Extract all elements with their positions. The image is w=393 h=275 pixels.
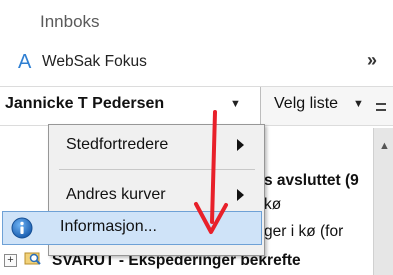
inbox-title: Innboks <box>40 12 100 31</box>
list-item[interactable]: ger i kø (for <box>264 223 343 241</box>
menu-item-label: Stedfortredere <box>66 136 169 153</box>
list-item[interactable]: s avsluttet (9 <box>264 172 359 190</box>
vertical-scrollbar[interactable]: ▲ <box>373 128 393 275</box>
submenu-arrow-icon <box>237 139 244 151</box>
user-dropdown-label: Jannicke T Pedersen <box>5 95 165 112</box>
websak-header-row: A WebSak Fokus » <box>0 48 393 78</box>
chevron-down-icon: ▼ <box>353 98 364 110</box>
list-dropdown-label: Velg liste <box>274 95 339 112</box>
expand-plus-icon[interactable]: + <box>4 254 17 267</box>
info-icon <box>11 217 33 239</box>
menu-item-stedfortredere[interactable]: Stedfortredere <box>50 129 262 163</box>
submenu-arrow-icon <box>237 189 244 201</box>
list-dropdown[interactable]: Velg liste ▼ <box>262 87 372 125</box>
scroll-up-icon[interactable]: ▲ <box>379 140 390 152</box>
websak-logo-icon: A <box>18 51 32 73</box>
expand-chevron-icon[interactable]: » <box>367 50 377 71</box>
menu-separator <box>59 169 255 170</box>
menu-item-label: Informasjon... <box>60 218 157 235</box>
selector-row: Jannicke T Pedersen ▼ Velg liste ▼ <box>0 86 393 126</box>
list-item[interactable]: kø <box>264 196 281 214</box>
app-name-label: WebSak Fokus <box>42 53 147 70</box>
search-folder-icon <box>24 252 41 265</box>
chevron-down-icon: ▼ <box>230 98 241 110</box>
menu-item-label: Andres kurver <box>66 186 166 203</box>
menu-item-andres-kurver[interactable]: Andres kurver <box>50 179 262 213</box>
overflow-menu-icon[interactable] <box>376 101 386 113</box>
menu-item-informasjon[interactable]: Informasjon... <box>2 211 262 245</box>
user-dropdown[interactable]: Jannicke T Pedersen ▼ <box>0 87 261 125</box>
